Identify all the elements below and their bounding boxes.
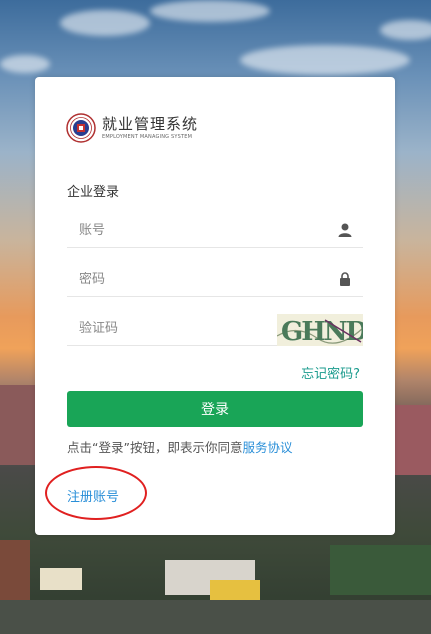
- captcha-field: GHND: [67, 311, 363, 346]
- login-card: 就业管理系统 EMPLOYMENT MANAGING SYSTEM 企业登录 G…: [35, 77, 395, 535]
- captcha-input[interactable]: [67, 320, 259, 336]
- register-account-link[interactable]: 注册账号: [67, 486, 119, 505]
- login-button[interactable]: 登录: [67, 391, 363, 427]
- login-section-title: 企业登录: [67, 185, 120, 200]
- account-field: [67, 213, 363, 248]
- agreement-prefix: 点击“登录”按钮，即表示你同意: [67, 440, 243, 455]
- agreement-text: 点击“登录”按钮，即表示你同意服务协议: [67, 437, 292, 456]
- brand-subtitle: EMPLOYMENT MANAGING SYSTEM: [102, 134, 193, 140]
- user-icon: [338, 223, 352, 237]
- captcha-image[interactable]: GHND: [277, 314, 363, 346]
- lock-icon: [340, 272, 350, 286]
- service-agreement-link[interactable]: 服务协议: [242, 440, 292, 455]
- brand-logo: 就业管理系统 EMPLOYMENT MANAGING SYSTEM: [66, 113, 198, 143]
- brand-title: 就业管理系统: [102, 115, 199, 133]
- forgot-password-link[interactable]: 忘记密码?: [301, 363, 360, 382]
- password-input[interactable]: [67, 271, 319, 287]
- password-field: [67, 262, 363, 297]
- logo-emblem: [66, 113, 96, 143]
- captcha-text: GHND: [281, 317, 363, 346]
- account-input[interactable]: [67, 222, 319, 238]
